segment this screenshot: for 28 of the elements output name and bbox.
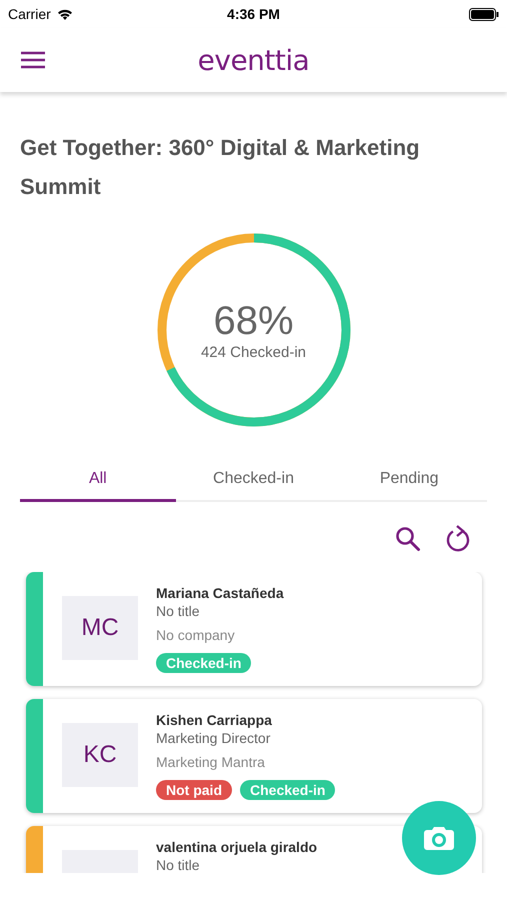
camera-icon [424,826,454,850]
attendee-name: Kishen Carriappa [156,711,272,729]
attendee-company: No company [156,626,235,644]
battery-icon [468,8,499,20]
attendee-name: Mariana Castañeda [156,584,284,602]
attendee-title: Marketing Director [156,729,270,747]
search-icon[interactable] [393,524,423,554]
status-tag: Checked-in [156,653,252,673]
status-tag: Not paid [156,780,232,800]
avatar: MC [62,596,138,660]
attendee-card[interactable]: MC Mariana Castañeda No title No company Checked-in [26,572,482,686]
carrier-label: Carrier [8,6,51,22]
logo: eventtia [198,44,310,76]
attendee-title: No title [156,856,200,873]
tab[interactable]: Checked-in [176,458,332,502]
tab[interactable]: All [20,458,176,502]
attendee-card[interactable]: KC Kishen Carriappa Marketing Director Marketing Mantra Not paid Checked-in [26,699,482,813]
avatar: KC [62,723,138,787]
wifi-icon [56,8,73,20]
attendee-title: No title [156,602,200,620]
percent-value: 68% [213,299,294,344]
status-tag: Checked-in [240,780,336,800]
tab[interactable]: Pending [331,458,488,502]
checked-in-count: 424 Checked-in [200,344,306,361]
attendee-name: valentina orjuela giraldo [156,838,318,856]
clock-time: 4:36 PM [227,6,280,22]
attendee-company: Marketing Mantra [156,753,265,771]
event-title: Get Together: 360° Digital & Marketing Summit [20,134,421,201]
